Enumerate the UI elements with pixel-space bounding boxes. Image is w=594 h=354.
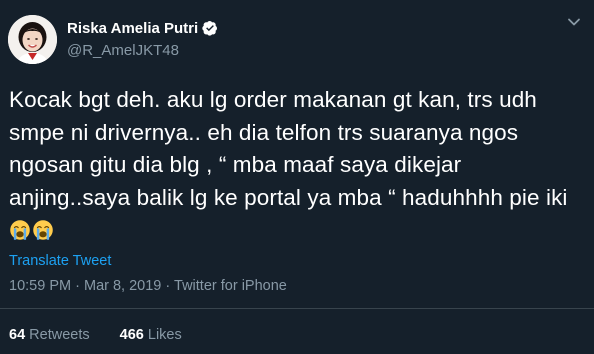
retweets-label: Retweets bbox=[29, 327, 90, 343]
tweet-source[interactable]: Twitter for iPhone bbox=[174, 278, 287, 294]
tweet-text-line: Kocak bgt deh. aku lg order makanan gt k… bbox=[9, 87, 537, 112]
tweet-meta: 10:59 PM · Mar 8, 2019 · Twitter for iPh… bbox=[9, 278, 287, 294]
meta-separator: · bbox=[165, 278, 171, 294]
tweet-stats: 64 Retweets 466 Likes bbox=[9, 327, 182, 343]
chevron-down-icon[interactable] bbox=[566, 14, 582, 30]
handle[interactable]: @R_AmelJKT48 bbox=[67, 42, 179, 59]
avatar-image bbox=[8, 15, 57, 64]
loudly-crying-face-icon bbox=[10, 220, 30, 240]
tweet-date[interactable]: Mar 8, 2019 bbox=[84, 278, 161, 294]
tweet-text-line: smpe ni drivernya.. eh dia telfon trs su… bbox=[9, 119, 519, 145]
translate-tweet-link[interactable]: Translate Tweet bbox=[9, 253, 111, 269]
retweets-stat[interactable]: 64 Retweets bbox=[9, 327, 90, 343]
likes-stat[interactable]: 466 Likes bbox=[120, 327, 182, 343]
likes-count: 466 bbox=[119, 327, 144, 343]
tweet-text-line: ngosan gitu dia blg , “ mba maaf saya di… bbox=[9, 152, 462, 177]
avatar[interactable] bbox=[8, 15, 57, 64]
tweet-card: Riska Amelia Putri @R_AmelJKT48 Kocak bg… bbox=[0, 0, 594, 354]
likes-label: Likes bbox=[147, 327, 182, 343]
emoji-row bbox=[9, 214, 584, 247]
meta-separator: · bbox=[75, 278, 80, 294]
verified-badge-icon bbox=[202, 21, 218, 36]
display-name[interactable]: Riska Amelia Putri bbox=[67, 20, 218, 37]
loudly-crying-face-icon bbox=[33, 220, 53, 240]
display-name-text: Riska Amelia Putri bbox=[67, 20, 199, 37]
tweet-text: Kocak bgt deh. aku lg order makanan gt k… bbox=[9, 84, 584, 247]
retweets-count: 64 bbox=[9, 327, 26, 343]
divider bbox=[0, 308, 594, 309]
tweet-text-line: anjing..saya balik lg ke portal ya mba “… bbox=[9, 184, 568, 210]
tweet-time[interactable]: 10:59 PM bbox=[9, 278, 71, 294]
